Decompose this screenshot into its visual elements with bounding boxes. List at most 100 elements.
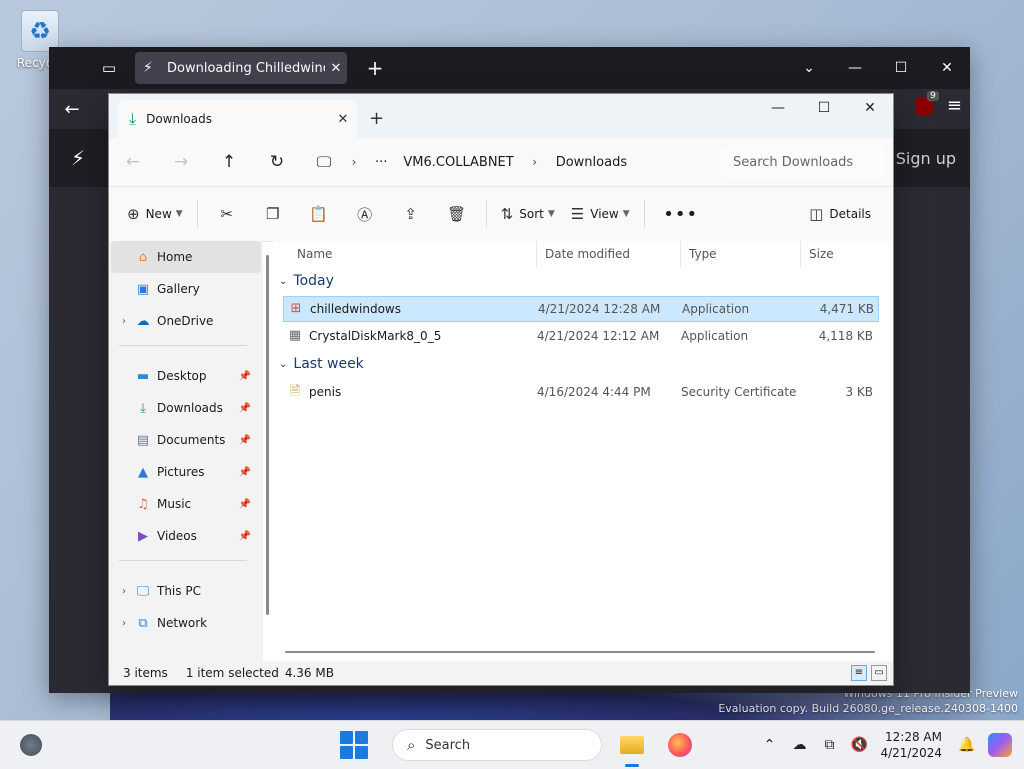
- chevron-down-icon: ⌄: [279, 358, 288, 370]
- refresh-icon[interactable]: ↻: [253, 152, 301, 172]
- share-icon[interactable]: ⇪: [388, 198, 434, 230]
- close-tab-icon[interactable]: ✕: [325, 61, 347, 76]
- nav-item-thispc[interactable]: › 🖵 This PC: [109, 575, 263, 607]
- file-size: 4,471 KB: [819, 302, 874, 316]
- paste-icon[interactable]: 📋: [296, 198, 342, 230]
- new-tab-button[interactable]: +: [359, 56, 391, 80]
- close-window-button[interactable]: ✕: [924, 60, 970, 76]
- maximize-button[interactable]: ☐: [878, 60, 924, 76]
- copilot-icon[interactable]: [988, 733, 1012, 757]
- expand-chevron-icon[interactable]: ›: [113, 618, 135, 629]
- nav-item-network[interactable]: › ⧉ Network: [109, 607, 263, 639]
- taskbar-search-box[interactable]: ⌕ Search: [392, 729, 602, 761]
- details-pane-button[interactable]: ◫ Details: [801, 198, 879, 230]
- new-button[interactable]: ⊕ New ▼: [119, 198, 191, 230]
- windows-start-icon[interactable]: [340, 731, 368, 759]
- breadcrumb-segment-downloads[interactable]: Downloads: [548, 155, 635, 170]
- group-label: Last week: [293, 356, 364, 372]
- tab-overflow-chevron-icon[interactable]: ⌄: [786, 60, 832, 76]
- expand-chevron-icon[interactable]: ›: [113, 586, 135, 597]
- table-row[interactable]: ▦ CrystalDiskMark8_0_5 4/21/2024 12:12 AM…: [283, 323, 879, 349]
- search-input[interactable]: Search Downloads: [721, 146, 885, 178]
- list-all-tabs-icon[interactable]: ▭: [93, 52, 125, 84]
- maximize-button[interactable]: ☐: [801, 94, 847, 124]
- nav-item-desktop[interactable]: ▬ Desktop 📌: [109, 360, 263, 392]
- pin-icon[interactable]: 📌: [239, 403, 251, 414]
- view-button[interactable]: ☰ View ▼: [563, 198, 638, 230]
- expand-chevron-icon[interactable]: ›: [113, 316, 135, 327]
- nav-item-home[interactable]: ⌂ Home: [111, 241, 261, 273]
- group-header-last-week[interactable]: ⌄ Last week: [273, 350, 893, 378]
- sort-button[interactable]: ⇅ Sort ▼: [493, 198, 563, 230]
- onedrive-offline-icon[interactable]: ☁: [784, 737, 814, 753]
- nav-item-gallery[interactable]: ▣ Gallery: [109, 273, 263, 305]
- table-row[interactable]: ⊞ chilledwindows 4/21/2024 12:28 AM Appli…: [283, 296, 879, 322]
- new-tab-button[interactable]: +: [369, 108, 384, 129]
- column-header-row: Name Date modified Type Size: [273, 241, 893, 267]
- chevron-up-icon[interactable]: ⌃: [754, 737, 784, 753]
- widgets-icon[interactable]: [20, 734, 42, 756]
- pin-icon[interactable]: 📌: [239, 371, 251, 382]
- column-header-date[interactable]: Date modified: [537, 241, 681, 267]
- up-arrow-icon[interactable]: ↑: [205, 152, 253, 172]
- notification-bell-icon[interactable]: 🔔: [952, 737, 982, 753]
- minimize-button[interactable]: —: [755, 94, 801, 124]
- file-size: 3 KB: [845, 385, 873, 399]
- file-name: chilledwindows: [310, 302, 401, 316]
- download-arrow-icon: ⤓: [129, 109, 137, 128]
- minimize-button[interactable]: —: [832, 60, 878, 76]
- taskbar: ⌕ Search ⌃ ☁ ⧉ 🔇 12:28 AM 4/21/2024 🔔: [0, 720, 1024, 769]
- nav-item-music[interactable]: ♫ Music 📌: [109, 488, 263, 520]
- back-arrow-icon[interactable]: ←: [49, 99, 95, 120]
- pin-icon[interactable]: 📌: [239, 435, 251, 446]
- back-arrow-icon[interactable]: ←: [109, 152, 157, 172]
- chevron-right-icon[interactable]: ›: [341, 155, 367, 169]
- details-view-icon[interactable]: ≡: [851, 665, 867, 681]
- file-type: Application: [681, 329, 749, 343]
- tiles-view-icon[interactable]: ▭: [871, 665, 887, 681]
- cut-icon[interactable]: ✂: [204, 198, 250, 230]
- breadcrumb-overflow-icon[interactable]: ···: [367, 155, 395, 170]
- forward-arrow-icon[interactable]: →: [157, 152, 205, 172]
- close-tab-icon[interactable]: ✕: [329, 112, 357, 127]
- close-window-button[interactable]: ✕: [847, 94, 893, 124]
- clock[interactable]: 12:28 AM 4/21/2024: [880, 729, 942, 761]
- column-header-type[interactable]: Type: [681, 241, 801, 267]
- breadcrumb-segment-server[interactable]: VM6.COLLABNET: [395, 155, 521, 170]
- file-explorer-taskbar-button[interactable]: [614, 727, 650, 767]
- explorer-tab-downloads[interactable]: ⤓ Downloads ✕: [117, 100, 357, 138]
- nav-item-onedrive[interactable]: › ☁ OneDrive: [109, 305, 263, 337]
- table-row[interactable]: 🗎 penis 4/16/2024 4:44 PM Security Certif…: [283, 379, 879, 405]
- delete-icon[interactable]: 🗑: [434, 198, 480, 230]
- pin-icon[interactable]: 📌: [239, 467, 251, 478]
- nav-item-downloads[interactable]: ⤓ Downloads 📌: [109, 392, 263, 424]
- copy-icon[interactable]: ❐: [250, 198, 296, 230]
- group-header-today[interactable]: ⌄ Today: [273, 267, 893, 295]
- volume-muted-icon[interactable]: 🔇: [844, 737, 874, 753]
- network-icon[interactable]: ⧉: [814, 737, 844, 753]
- nav-music-label: Music: [157, 497, 192, 511]
- windows-app-icon: ⊞: [290, 301, 302, 316]
- ublock-extension-icon[interactable]: 9: [914, 90, 939, 115]
- folder-icon: [620, 736, 644, 754]
- nav-item-pictures[interactable]: ▲ Pictures 📌: [109, 456, 263, 488]
- nav-item-videos[interactable]: ▶ Videos 📌: [109, 520, 263, 552]
- nav-item-documents[interactable]: ▤ Documents 📌: [109, 424, 263, 456]
- rename-icon[interactable]: Ⓐ: [342, 198, 388, 230]
- monitor-icon[interactable]: 🖵: [307, 153, 341, 171]
- more-options-icon[interactable]: •••: [651, 198, 711, 230]
- site-logo-icon[interactable]: ⚡: [71, 146, 111, 170]
- sign-up-link[interactable]: Sign up: [896, 149, 956, 168]
- firefox-tab-active[interactable]: ⚡ Downloading Chilledwindows.exe ✕: [135, 52, 347, 84]
- new-label: New: [145, 207, 172, 221]
- pin-icon[interactable]: 📌: [239, 531, 251, 542]
- nav-scrollbar[interactable]: [266, 255, 269, 615]
- pin-icon[interactable]: 📌: [239, 499, 251, 510]
- chevron-right-icon[interactable]: ›: [522, 155, 548, 169]
- firefox-taskbar-button[interactable]: [662, 727, 698, 763]
- horizontal-scrollbar[interactable]: [285, 651, 875, 653]
- breadcrumb[interactable]: 🖵 › ··· VM6.COLLABNET › Downloads: [307, 145, 707, 179]
- app-menu-icon[interactable]: ≡: [947, 95, 962, 116]
- column-header-size[interactable]: Size: [801, 241, 881, 267]
- column-header-name[interactable]: Name: [273, 241, 537, 267]
